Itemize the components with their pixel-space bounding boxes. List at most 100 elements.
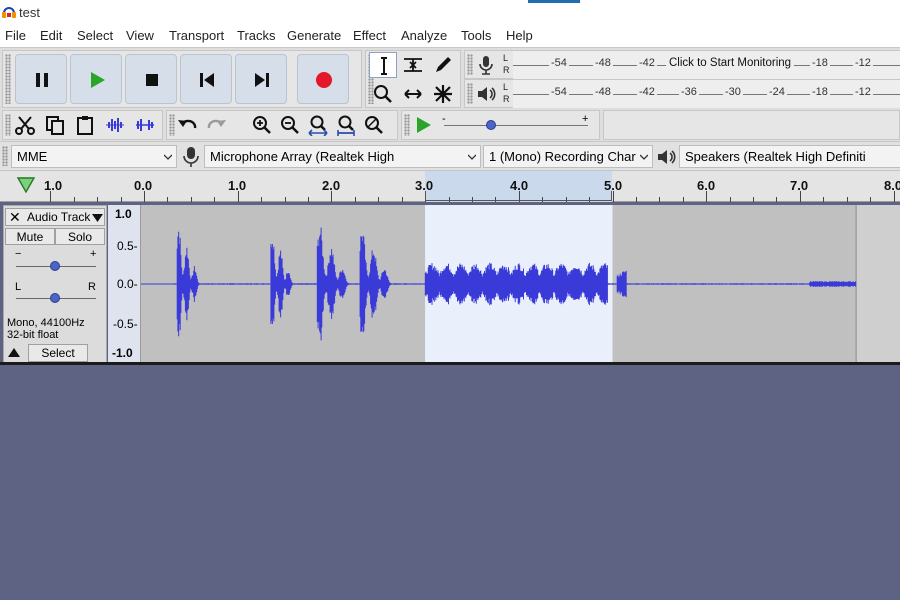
speed-slider-thumb[interactable] xyxy=(486,120,496,130)
menu-effect[interactable]: Effect xyxy=(353,28,386,43)
paste-icon xyxy=(77,116,93,135)
multi-tool-button[interactable] xyxy=(429,81,457,107)
trim-button[interactable] xyxy=(102,112,128,138)
cut-button[interactable] xyxy=(12,112,38,138)
record-left-label: L xyxy=(503,53,509,63)
meter-tick: -42 xyxy=(637,86,657,98)
menu-bar: File Edit Select View Transport Tracks G… xyxy=(0,26,900,47)
menu-generate[interactable]: Generate xyxy=(287,28,341,43)
skip-to-start-button[interactable] xyxy=(180,54,232,104)
chevron-down-icon xyxy=(468,154,476,160)
microphone-icon xyxy=(183,147,199,167)
pause-button[interactable] xyxy=(15,54,67,104)
track-control-panel: ✕ Audio Track Mute Solo − + L R Mono, 44… xyxy=(3,205,107,363)
amplitude-ruler: 1.0 0.5- 0.0- -0.5- -1.0 xyxy=(108,205,141,363)
time-shift-tool-button[interactable] xyxy=(399,81,427,107)
fit-project-icon xyxy=(337,115,355,136)
gain-slider-thumb[interactable] xyxy=(50,261,60,271)
audio-host-value: MME xyxy=(17,149,48,164)
meter-tick: -30 xyxy=(723,86,743,98)
playback-meter-button[interactable] xyxy=(473,81,499,107)
paste-button[interactable] xyxy=(72,112,98,138)
collapse-track-icon[interactable] xyxy=(8,348,20,357)
pan-right-label: R xyxy=(88,281,96,293)
playback-device-dropdown[interactable]: Speakers (Realtek High Definiti xyxy=(679,145,900,168)
selection-tool-button[interactable] xyxy=(369,52,397,78)
menu-edit[interactable]: Edit xyxy=(40,28,62,43)
speed-max-label: + xyxy=(582,113,589,125)
zoom-tool-icon xyxy=(374,85,392,103)
menu-transport[interactable]: Transport xyxy=(169,28,224,43)
record-meter-button[interactable] xyxy=(473,52,499,78)
envelope-tool-button[interactable] xyxy=(399,52,427,78)
solo-button[interactable]: Solo xyxy=(55,228,105,245)
chevron-down-icon xyxy=(640,153,648,161)
undo-zoom-toolbar xyxy=(166,110,398,140)
start-monitoring-prompt[interactable]: Click to Start Monitoring xyxy=(666,57,795,69)
empty-track-region[interactable] xyxy=(856,205,900,363)
audacity-icon xyxy=(2,7,16,18)
menu-tracks[interactable]: Tracks xyxy=(237,28,276,43)
select-track-button[interactable]: Select xyxy=(28,344,88,362)
amplitude-label: 1.0 xyxy=(115,207,132,221)
ruler-tick xyxy=(50,191,52,202)
silence-icon xyxy=(136,119,154,131)
ruler-tick xyxy=(799,191,801,202)
record-button[interactable] xyxy=(297,54,349,104)
meter-tick: -18 xyxy=(810,86,830,98)
fit-project-button[interactable] xyxy=(333,112,359,138)
zoom-toggle-button[interactable] xyxy=(361,112,387,138)
play-at-speed-button[interactable] xyxy=(410,112,436,138)
recording-device-dropdown[interactable]: Microphone Array (Realtek High xyxy=(204,145,481,168)
menu-file[interactable]: File xyxy=(5,28,26,43)
stop-button[interactable] xyxy=(125,54,177,104)
menu-analyze[interactable]: Analyze xyxy=(401,28,447,43)
pause-icon xyxy=(36,73,48,87)
toolbar-grip[interactable] xyxy=(5,114,11,136)
recording-channels-dropdown[interactable]: 1 (Mono) Recording Char xyxy=(483,145,653,168)
close-track-icon[interactable]: ✕ xyxy=(9,209,21,226)
recording-device-value: Microphone Array (Realtek High xyxy=(210,149,395,164)
ruler-tick xyxy=(331,191,333,202)
menu-tools[interactable]: Tools xyxy=(461,28,491,43)
silence-button[interactable] xyxy=(132,112,158,138)
record-meter-toolbar: L R -54 -48 -42 Click to Start Monitorin… xyxy=(464,50,900,79)
waveform-area[interactable] xyxy=(141,205,900,363)
selection-bracket[interactable] xyxy=(425,191,613,201)
mute-button[interactable]: Mute xyxy=(5,228,55,245)
menu-view[interactable]: View xyxy=(126,28,154,43)
zoom-out-button[interactable] xyxy=(277,112,303,138)
title-accent xyxy=(528,0,580,3)
draw-tool-button[interactable] xyxy=(429,52,457,78)
menu-select[interactable]: Select xyxy=(77,28,113,43)
copy-button[interactable] xyxy=(42,112,68,138)
ruler-label: 8.0 xyxy=(884,178,900,193)
skip-to-end-button[interactable] xyxy=(235,54,287,104)
waveform[interactable] xyxy=(141,205,900,363)
toolbar-grip[interactable] xyxy=(2,146,8,166)
trim-icon xyxy=(106,118,124,132)
track-menu-icon[interactable] xyxy=(92,214,103,222)
gain-min-label: − xyxy=(15,248,22,260)
undo-button[interactable] xyxy=(175,112,201,138)
zoom-tool-button[interactable] xyxy=(369,81,397,107)
toolbar-grip[interactable] xyxy=(5,54,11,104)
timeline-ruler[interactable]: 1.0 0.0 1.0 2.0 3.0 4.0 5.0 6.0 7.0 8.0 xyxy=(0,170,900,202)
zoom-in-button[interactable] xyxy=(249,112,275,138)
playback-meter[interactable]: -54 -48 -42 -36 -30 -24 -18 -12 xyxy=(513,80,900,108)
speaker-icon xyxy=(658,150,676,164)
meter-tick: -36 xyxy=(679,86,699,98)
amplitude-label: 0.0- xyxy=(117,277,138,291)
menu-help[interactable]: Help xyxy=(506,28,533,43)
pan-slider-thumb[interactable] xyxy=(50,293,60,303)
play-button[interactable] xyxy=(70,54,122,104)
speed-slider-track[interactable] xyxy=(444,125,588,126)
playback-left-label: L xyxy=(503,82,509,92)
fit-selection-button[interactable] xyxy=(305,112,331,138)
play-head-icon[interactable] xyxy=(16,176,36,194)
audio-host-dropdown[interactable]: MME xyxy=(11,145,177,168)
record-meter[interactable]: -54 -48 -42 Click to Start Monitoring -1… xyxy=(513,51,900,79)
playback-meter-toolbar: L R -54 -48 -42 -36 -30 -24 -18 -12 xyxy=(464,79,900,108)
redo-button[interactable] xyxy=(203,112,229,138)
speed-min-label: - xyxy=(442,113,446,125)
